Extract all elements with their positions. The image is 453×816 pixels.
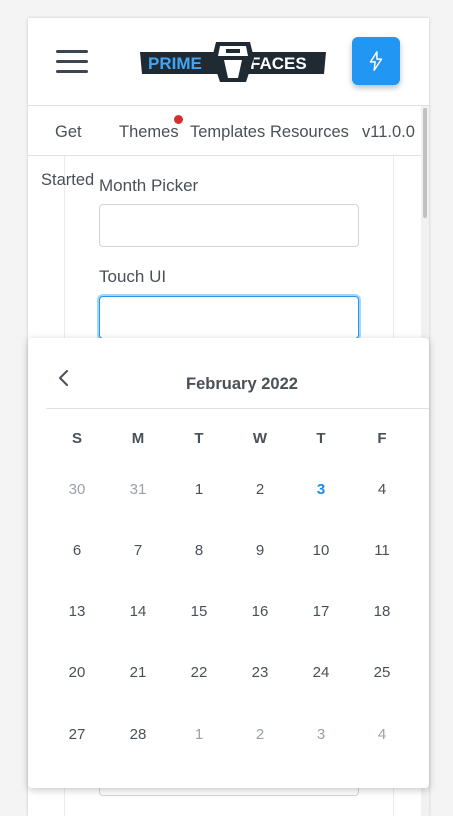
- weekday-label: W: [252, 430, 268, 447]
- day-cell[interactable]: 13: [57, 603, 97, 620]
- weekday-label: S: [71, 430, 82, 447]
- day-cell-today[interactable]: 3: [301, 481, 341, 498]
- day-cell[interactable]: 24: [301, 664, 341, 681]
- day-cell[interactable]: 4: [362, 726, 402, 743]
- topbar: PRIME FACES: [28, 18, 429, 106]
- day-cell[interactable]: 7: [118, 542, 158, 559]
- logo-text-right: FACES: [250, 54, 307, 73]
- bolt-button[interactable]: [352, 37, 400, 85]
- menu-item-themes[interactable]: Themes: [119, 123, 179, 142]
- bolt-icon: [369, 51, 383, 71]
- day-cell[interactable]: 10: [301, 542, 341, 559]
- day-cell[interactable]: 18: [362, 603, 402, 620]
- day-cell[interactable]: 1: [179, 726, 219, 743]
- day-cell[interactable]: 17: [301, 603, 341, 620]
- day-cell[interactable]: 2: [240, 481, 280, 498]
- day-cell[interactable]: 16: [240, 603, 280, 620]
- day-cell[interactable]: 27: [57, 726, 97, 743]
- day-cell[interactable]: 23: [240, 664, 280, 681]
- weekday-label: T: [316, 430, 326, 447]
- day-cell[interactable]: 8: [179, 542, 219, 559]
- themes-badge: [174, 115, 183, 124]
- day-cell[interactable]: 3: [301, 726, 341, 743]
- day-cell[interactable]: 14: [118, 603, 158, 620]
- next-input-partial[interactable]: [99, 788, 359, 796]
- day-cell[interactable]: 20: [57, 664, 97, 681]
- day-cell[interactable]: 22: [179, 664, 219, 681]
- day-cell[interactable]: 2: [240, 726, 280, 743]
- day-cell[interactable]: 28: [118, 726, 158, 743]
- weekday-label: T: [194, 430, 204, 447]
- hamburger-icon[interactable]: [56, 50, 88, 74]
- datepicker-header: [46, 338, 429, 409]
- menu-item-templates[interactable]: Templates: [190, 123, 265, 142]
- month-picker-input[interactable]: [99, 204, 359, 247]
- month-picker-label: Month Picker: [99, 176, 199, 195]
- datepicker-panel: February 2022 SMTWTF 30 31 1 2 3 4 6 7 8 9 10 11 13 1…: [28, 338, 429, 788]
- day-cell[interactable]: 30: [57, 481, 97, 498]
- menu-item-started-wrap[interactable]: Started: [41, 171, 94, 190]
- logo-text-left: PRIME: [148, 54, 202, 73]
- day-cell[interactable]: 6: [57, 542, 97, 559]
- day-cell[interactable]: 31: [118, 481, 158, 498]
- top-menubar: Get Themes Templates Resources v11.0.0: [28, 106, 429, 156]
- touch-ui-label: Touch UI: [99, 267, 167, 286]
- menu-item-version[interactable]: v11.0.0: [362, 123, 415, 142]
- day-cell[interactable]: 9: [240, 542, 280, 559]
- menu-item-resources[interactable]: Resources: [270, 123, 349, 142]
- weekday-label: F: [377, 430, 387, 447]
- weekday-label: M: [131, 430, 145, 447]
- day-cell[interactable]: 25: [362, 664, 402, 681]
- day-cell[interactable]: 4: [362, 481, 402, 498]
- touch-ui-input[interactable]: [99, 296, 359, 339]
- primefaces-logo[interactable]: PRIME FACES: [138, 38, 328, 84]
- day-cell[interactable]: 21: [118, 664, 158, 681]
- datepicker-title[interactable]: February 2022: [10, 375, 453, 394]
- day-cell[interactable]: 15: [179, 603, 219, 620]
- day-cell[interactable]: 1: [179, 481, 219, 498]
- day-cell[interactable]: 11: [362, 542, 402, 559]
- menu-item-get-started[interactable]: Get: [55, 123, 82, 142]
- scrollbar-thumb[interactable]: [423, 108, 427, 218]
